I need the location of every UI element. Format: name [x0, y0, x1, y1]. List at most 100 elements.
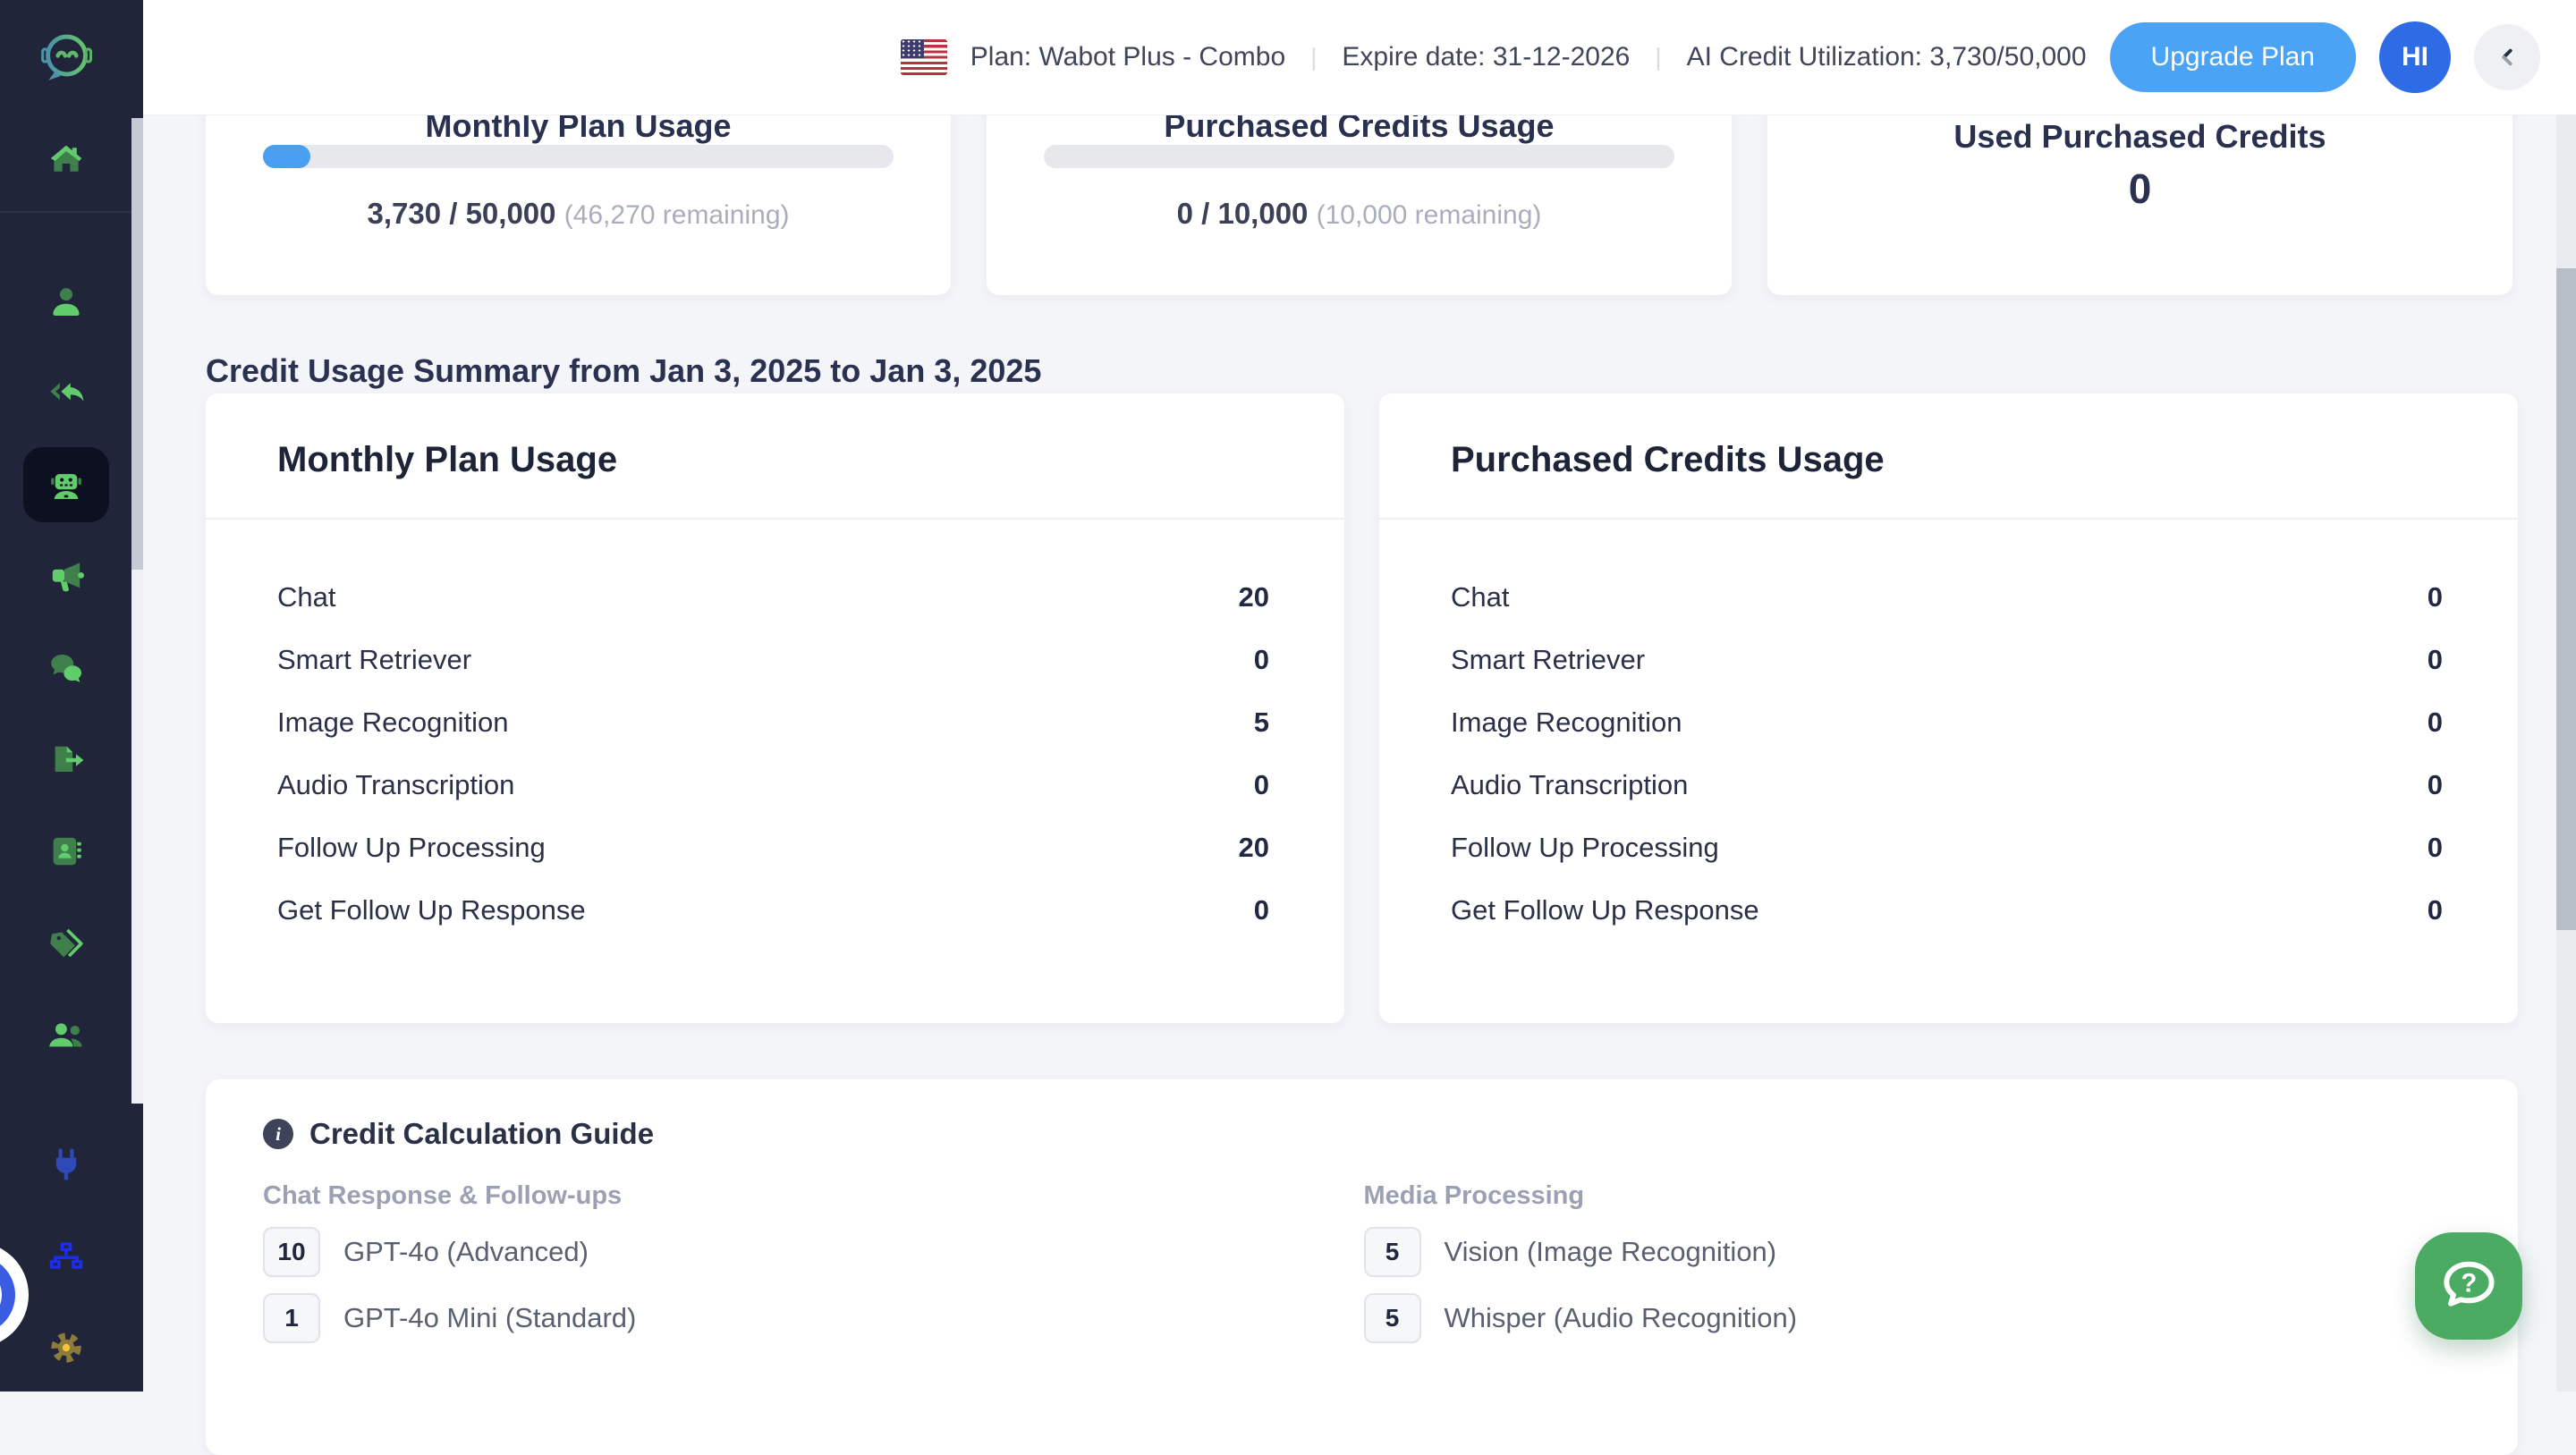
megaphone-icon — [45, 554, 88, 597]
sidebar-divider — [0, 211, 143, 213]
chat-bubbles-icon — [45, 646, 88, 689]
guide-column-heading: Media Processing — [1364, 1181, 2465, 1211]
row-label: Audio Transcription — [1451, 769, 1688, 801]
monthly-progress-fill — [263, 145, 310, 168]
export-document-icon — [45, 739, 88, 782]
row-value: 20 — [1239, 832, 1269, 864]
table-row: Smart Retriever0 — [277, 629, 1269, 691]
sidebar-item-replies[interactable] — [0, 370, 132, 415]
sidebar-item-broadcast[interactable] — [0, 554, 132, 598]
purchased-usage-table-card: Purchased Credits Usage Chat0 Smart Retr… — [1379, 393, 2518, 1023]
table-row: Follow Up Processing 20 — [277, 816, 1269, 879]
row-label: Smart Retriever — [277, 644, 471, 676]
row-label: Get Follow Up Response — [1451, 894, 1759, 926]
credit-cost-chip: 1 — [263, 1293, 320, 1343]
table-row: Audio Transcription0 — [277, 754, 1269, 816]
usage-value: 3,730 / 50,000 — [367, 197, 555, 230]
row-value: 0 — [2428, 706, 2443, 739]
tags-icon — [45, 922, 88, 965]
us-flag-icon[interactable] — [901, 39, 947, 75]
sidebar — [0, 0, 143, 1392]
guide-item-label: Whisper (Audio Recognition) — [1445, 1302, 1798, 1334]
sidebar-scrollbar-thumb[interactable] — [131, 118, 143, 570]
sidebar-item-export[interactable] — [0, 738, 132, 782]
purchased-progress-bar — [1044, 145, 1674, 168]
user-avatar[interactable]: HI — [2379, 21, 2451, 93]
top-bar: Plan: Wabot Plus - Combo | Expire date: … — [143, 0, 2576, 114]
guide-title: Credit Calculation Guide — [309, 1117, 654, 1151]
row-value: 0 — [1254, 894, 1269, 926]
wabot-logo-icon — [36, 29, 97, 89]
row-label: Image Recognition — [277, 706, 509, 739]
sidebar-item-settings[interactable] — [0, 1325, 132, 1370]
row-label: Smart Retriever — [1451, 644, 1645, 676]
main-content: Monthly Plan Usage 3,730 / 50,000 (46,27… — [143, 0, 2576, 1392]
guide-item: 5 Vision (Image Recognition) — [1364, 1227, 2465, 1277]
table-row: Audio Transcription 0 — [1451, 754, 2443, 816]
guide-item-label: Vision (Image Recognition) — [1445, 1236, 1777, 1268]
network-icon — [45, 1237, 88, 1280]
wabot-logo — [0, 25, 132, 93]
credit-calculation-guide-card: i Credit Calculation Guide Chat Response… — [206, 1079, 2518, 1455]
table-row: Get Follow Up Response 0 — [277, 879, 1269, 942]
page-scrollbar-thumb[interactable] — [2556, 268, 2576, 930]
page-title: Credit Usage Summary from Jan 3, 2025 to… — [206, 352, 1041, 390]
collapse-panel-button[interactable] — [2474, 24, 2540, 90]
guide-item-label: GPT-4o Mini (Standard) — [343, 1302, 636, 1334]
sidebar-item-integrations[interactable] — [0, 1143, 132, 1188]
row-value: 0 — [2428, 644, 2443, 676]
sidebar-item-ai-bot[interactable] — [0, 447, 132, 522]
robot-icon — [44, 462, 89, 507]
sidebar-item-home[interactable] — [0, 136, 132, 181]
row-value: 0 — [2428, 832, 2443, 864]
sidebar-item-chats[interactable] — [0, 645, 132, 689]
sidebar-scrollbar-track[interactable] — [131, 118, 143, 1104]
usage-rows: Chat20 Smart Retriever0 Image Recognitio… — [206, 520, 1344, 942]
guide-column-chat: Chat Response & Follow-ups 10 GPT-4o (Ad… — [263, 1181, 1364, 1343]
row-label: Audio Transcription — [277, 769, 514, 801]
credit-cost-chip: 10 — [263, 1227, 320, 1277]
table-row: Follow Up Processing 0 — [1451, 816, 2443, 879]
monthly-usage-text: 3,730 / 50,000 (46,270 remaining) — [206, 197, 951, 231]
upgrade-plan-button[interactable]: Upgrade Plan — [2110, 22, 2356, 92]
users-icon — [45, 1013, 88, 1056]
guide-item: 1 GPT-4o Mini (Standard) — [263, 1293, 1364, 1343]
guide-item-label: GPT-4o (Advanced) — [343, 1236, 589, 1268]
row-label: Chat — [1451, 581, 1509, 613]
row-value: 20 — [1239, 581, 1269, 613]
row-label: Follow Up Processing — [1451, 832, 1719, 864]
monthly-progress-bar — [263, 145, 894, 168]
chevron-left-icon — [2492, 42, 2522, 72]
table-row: Image Recognition5 — [277, 691, 1269, 754]
sidebar-item-tags[interactable] — [0, 921, 132, 966]
plan-label: Plan: Wabot Plus - Combo — [970, 42, 1285, 72]
table-row: Chat20 — [277, 566, 1269, 629]
sidebar-item-contacts[interactable] — [0, 279, 132, 324]
page-scrollbar-track[interactable] — [2556, 114, 2576, 1392]
home-icon — [45, 137, 88, 180]
gear-icon — [45, 1326, 88, 1369]
usage-remaining: (10,000 remaining) — [1317, 200, 1542, 230]
table-row: Smart Retriever 0 — [1451, 629, 2443, 691]
row-label: Follow Up Processing — [277, 832, 546, 864]
card-title: Used Purchased Credits — [1767, 118, 2512, 157]
floating-ring-inner — [0, 1256, 15, 1334]
row-label: Get Follow Up Response — [277, 894, 586, 926]
used-credits-value: 0 — [1767, 165, 2512, 213]
sidebar-item-team[interactable] — [0, 1012, 132, 1057]
credit-utilization-label: AI Credit Utilization: 3,730/50,000 — [1687, 42, 2087, 72]
help-chat-button[interactable]: ? — [2415, 1232, 2522, 1340]
table-title: Monthly Plan Usage — [277, 440, 1344, 480]
row-value: 0 — [2428, 769, 2443, 801]
guide-columns: Chat Response & Follow-ups 10 GPT-4o (Ad… — [263, 1181, 2464, 1343]
help-chat-icon: ? — [2436, 1253, 2502, 1319]
plug-icon — [45, 1144, 88, 1187]
table-row: Chat0 — [1451, 566, 2443, 629]
svg-text:?: ? — [2461, 1268, 2477, 1298]
sidebar-item-contact-book[interactable] — [0, 829, 132, 874]
guide-column-media: Media Processing 5 Vision (Image Recogni… — [1364, 1181, 2465, 1343]
person-icon — [45, 280, 88, 323]
credit-cost-chip: 5 — [1364, 1227, 1421, 1277]
row-label: Image Recognition — [1451, 706, 1682, 739]
monthly-usage-table-card: Monthly Plan Usage Chat20 Smart Retrieve… — [206, 393, 1344, 1023]
